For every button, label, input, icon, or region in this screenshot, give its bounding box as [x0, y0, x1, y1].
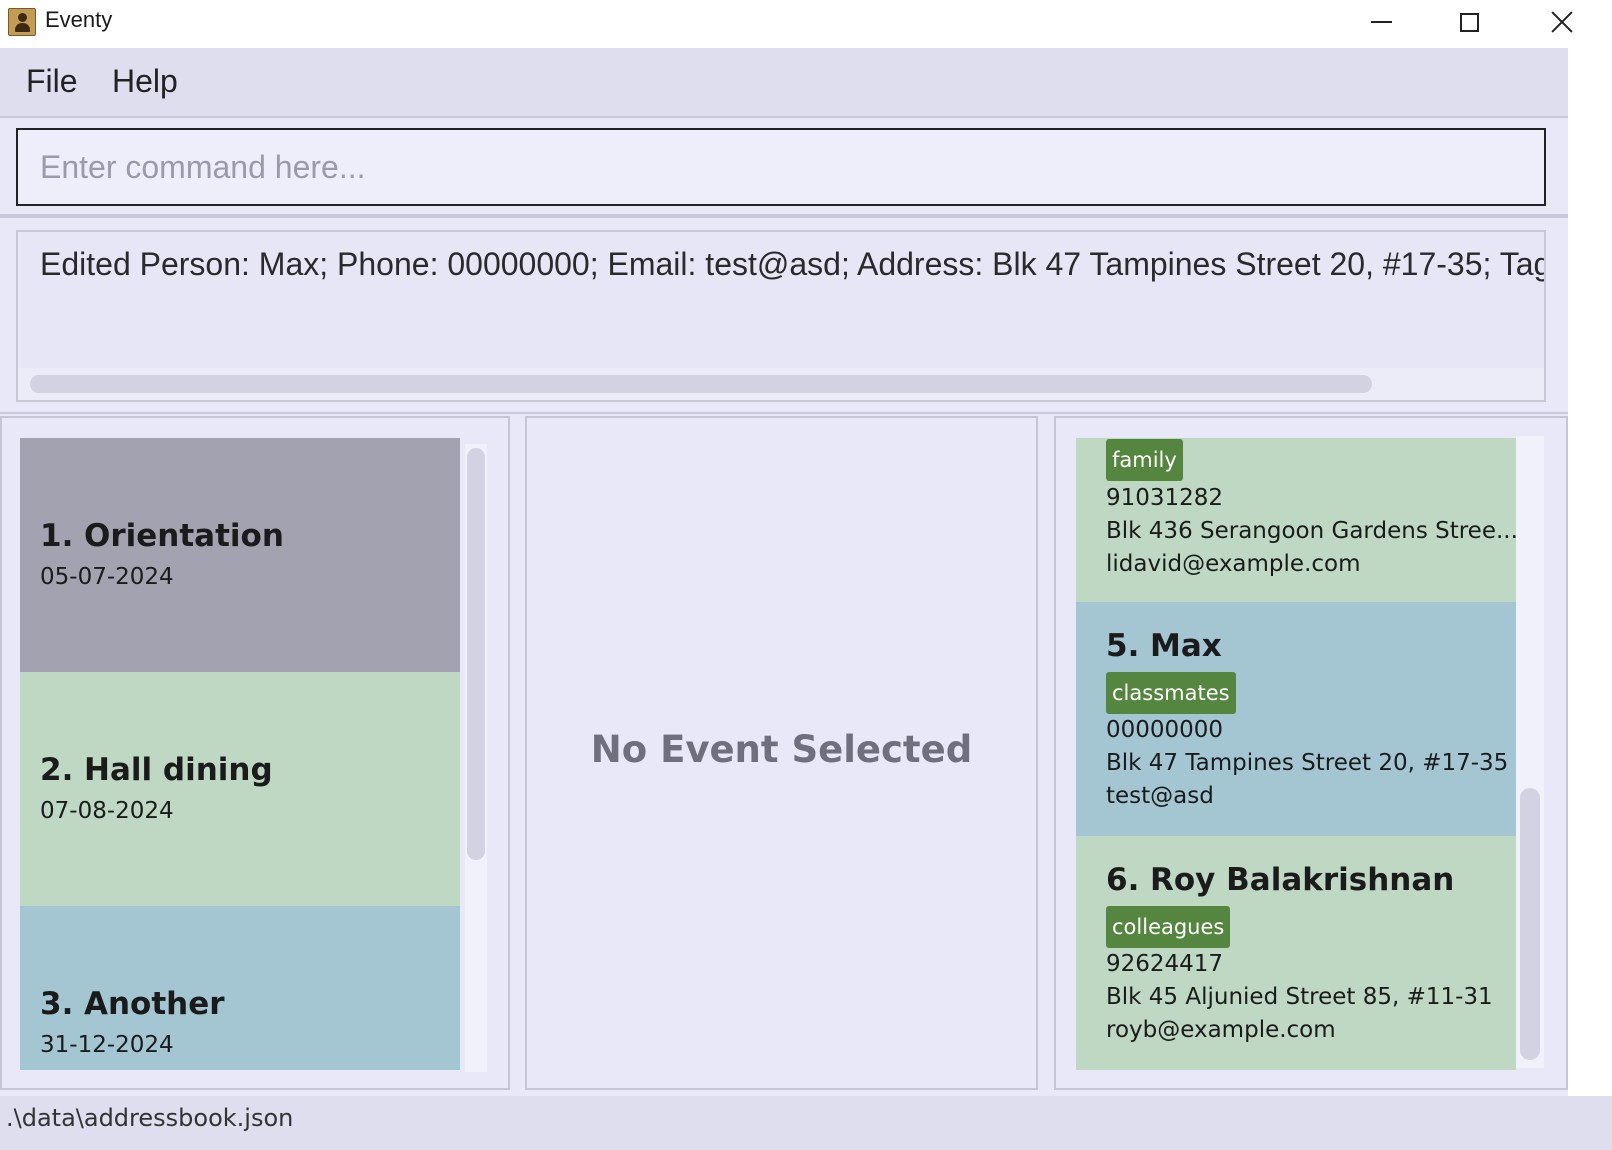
result-scrollbar-thumb[interactable]	[30, 375, 1372, 393]
event-list-panel: 1. Orientation 05-07-2024 2. Hall dining 0…	[0, 416, 510, 1090]
person-title: 6. Roy Balakrishnan	[1106, 862, 1454, 898]
event-index: 2.	[40, 752, 74, 788]
person-phone: 91031282	[1106, 485, 1224, 511]
person-phone: 92624417	[1106, 951, 1224, 977]
event-title: 2. Hall dining	[40, 752, 273, 788]
status-bar: .\data\addressbook.json	[0, 1096, 1612, 1150]
person-address: Blk 45 Aljunied Street 85, #11-31	[1106, 984, 1493, 1010]
menu-help[interactable]: Help	[112, 63, 178, 100]
command-area	[0, 118, 1568, 218]
event-date: 07-08-2024	[40, 798, 174, 824]
person-tag: family	[1106, 439, 1183, 481]
result-text: Edited Person: Max; Phone: 00000000; Ema…	[40, 246, 1544, 282]
event-name: Hall dining	[84, 752, 273, 788]
menu-bar: File Help	[0, 48, 1568, 118]
event-name: Orientation	[84, 518, 284, 554]
event-list: 1. Orientation 05-07-2024 2. Hall dining 0…	[20, 438, 460, 1070]
person-address: Blk 436 Serangoon Gardens Stree...	[1106, 518, 1516, 544]
event-index: 1.	[40, 518, 74, 554]
person-phone: 00000000	[1106, 717, 1224, 743]
event-card-hall-dining[interactable]: 2. Hall dining 07-08-2024	[20, 672, 460, 906]
result-display: Edited Person: Max; Phone: 00000000; Ema…	[16, 230, 1546, 402]
title-bar: Eventy	[0, 0, 1612, 48]
minimize-icon	[1370, 21, 1392, 23]
person-index: 5.	[1106, 628, 1140, 664]
person-index: 6.	[1106, 862, 1140, 898]
close-icon	[1550, 10, 1574, 34]
person-email: lidavid@example.com	[1106, 551, 1361, 577]
event-index: 3.	[40, 986, 74, 1022]
person-email: test@asd	[1106, 783, 1214, 809]
event-list-scrollbar[interactable]	[465, 444, 487, 1072]
person-name: Max	[1150, 628, 1222, 664]
menu-file[interactable]: File	[26, 63, 78, 100]
command-input[interactable]	[16, 128, 1546, 206]
person-tag: classmates	[1106, 672, 1236, 714]
person-email: royb@example.com	[1106, 1017, 1336, 1043]
main-content: 1. Orientation 05-07-2024 2. Hall dining 0…	[0, 414, 1568, 1096]
result-area: Edited Person: Max; Phone: 00000000; Ema…	[0, 218, 1568, 414]
person-card-david[interactable]: family 91031282 Blk 436 Serangoon Garden…	[1076, 438, 1516, 602]
event-title: 3. Another	[40, 986, 225, 1022]
maximize-button[interactable]	[1430, 0, 1508, 44]
result-horizontal-scrollbar[interactable]	[18, 368, 1544, 400]
event-card-another[interactable]: 3. Another 31-12-2024	[20, 906, 460, 1070]
person-tag: colleagues	[1106, 906, 1231, 948]
person-card-roy[interactable]: 6. Roy Balakrishnan colleagues 92624417 B…	[1076, 836, 1516, 1070]
person-title: 5. Max	[1106, 628, 1222, 664]
event-date: 31-12-2024	[40, 1032, 174, 1058]
person-card-max[interactable]: 5. Max classmates 00000000 Blk 47 Tampine…	[1076, 602, 1516, 836]
person-list-scrollbar[interactable]	[1516, 436, 1544, 1068]
app-user-icon	[8, 8, 36, 36]
person-scrollbar-thumb[interactable]	[1520, 788, 1540, 1060]
person-list-panel: family 91031282 Blk 436 Serangoon Garden…	[1054, 416, 1568, 1090]
event-detail-panel: No Event Selected	[525, 416, 1038, 1090]
person-address: Blk 47 Tampines Street 20, #17-35	[1106, 750, 1509, 776]
close-button[interactable]	[1523, 0, 1601, 44]
minimize-button[interactable]	[1342, 0, 1420, 44]
no-event-selected-text: No Event Selected	[590, 728, 973, 771]
event-date: 05-07-2024	[40, 564, 174, 590]
event-scrollbar-thumb[interactable]	[467, 448, 485, 860]
person-list: family 91031282 Blk 436 Serangoon Garden…	[1076, 438, 1516, 1070]
event-name: Another	[84, 986, 225, 1022]
person-name: Roy Balakrishnan	[1150, 862, 1455, 898]
maximize-icon	[1459, 12, 1479, 32]
save-location-text: .\data\addressbook.json	[6, 1104, 294, 1132]
event-title: 1. Orientation	[40, 518, 284, 554]
window-title: Eventy	[45, 7, 113, 32]
event-card-orientation[interactable]: 1. Orientation 05-07-2024	[20, 438, 460, 672]
